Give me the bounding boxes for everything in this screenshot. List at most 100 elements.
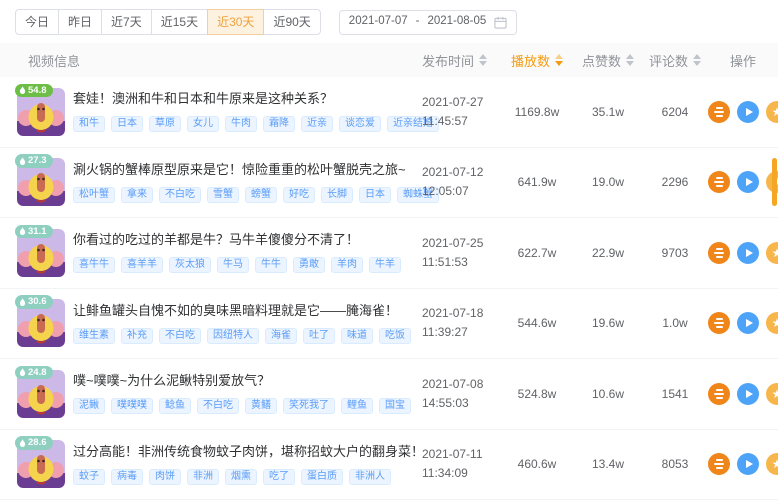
tag-chip[interactable]: 鲶鱼	[159, 398, 191, 414]
tag-chip[interactable]: 蚊子	[73, 469, 105, 485]
tag-chip[interactable]: 雪蟹	[207, 187, 239, 203]
tag-chip[interactable]: 谈恋爱	[339, 116, 381, 132]
tag-chip[interactable]: 噗噗噗	[111, 398, 153, 414]
tag-chip[interactable]: 日本	[111, 116, 143, 132]
filter-15days-button[interactable]: 近15天	[151, 9, 208, 35]
tag-chip[interactable]: 吃了	[263, 469, 295, 485]
sort-caret-comment-count[interactable]	[693, 54, 701, 66]
video-text-block: 噗~噗噗~为什么泥鳅特别爱放气？ 泥鳅噗噗噗鲶鱼不白吃黄鳝笑死我了鲤鱼国宝	[73, 373, 411, 414]
play-video-button[interactable]	[737, 453, 759, 475]
filter-7days-button[interactable]: 近7天	[101, 9, 152, 35]
tag-chip[interactable]: 近亲	[301, 116, 333, 132]
sort-caret-publish-time[interactable]	[479, 54, 487, 66]
tag-chip[interactable]: 灰太狼	[169, 257, 211, 273]
data-detail-button[interactable]	[708, 453, 730, 475]
tag-chip[interactable]: 补充	[121, 328, 153, 344]
play-video-button[interactable]	[737, 101, 759, 123]
video-thumbnail[interactable]: 31.1	[17, 229, 65, 277]
data-detail-button[interactable]	[708, 312, 730, 334]
tag-chip[interactable]: 烟熏	[225, 469, 257, 485]
sort-caret-like-count[interactable]	[626, 54, 634, 66]
video-thumbnail[interactable]: 24.8	[17, 370, 65, 418]
publish-time-cell: 2021-07-11 11:34:09	[412, 445, 500, 483]
video-thumbnail[interactable]: 54.8	[17, 88, 65, 136]
scrollbar-thumb[interactable]	[772, 158, 777, 206]
tag-chip[interactable]: 味道	[341, 328, 373, 344]
data-detail-button[interactable]	[708, 171, 730, 193]
tag-chip[interactable]: 喜牛牛	[73, 257, 115, 273]
tag-chip[interactable]: 国宝	[379, 398, 411, 414]
video-info-cell: 27.3 涮火锅的蟹棒原型原来是它！惊险重重的松叶蟹脱壳之旅~ 松叶蟹拿来不白吃…	[0, 158, 412, 206]
tag-chip[interactable]: 和牛	[73, 116, 105, 132]
tag-chip[interactable]: 螃蟹	[245, 187, 277, 203]
video-thumbnail[interactable]: 28.6	[17, 440, 65, 488]
tag-chip[interactable]: 长脚	[321, 187, 353, 203]
play-video-button[interactable]	[737, 312, 759, 334]
tag-chip[interactable]: 非洲	[187, 469, 219, 485]
sort-caret-play-count[interactable]	[555, 54, 563, 66]
video-title[interactable]: 过分高能！非洲传统食物蚊子肉饼，堪称招蚊大户的翻身菜！	[73, 444, 412, 460]
video-title[interactable]: 让鲱鱼罐头自愧不如的臭味黑暗料理就是它——腌海雀！	[73, 303, 411, 319]
tag-chip[interactable]: 好吃	[283, 187, 315, 203]
tag-chip[interactable]: 鲤鱼	[341, 398, 373, 414]
tag-chip[interactable]: 吐了	[303, 328, 335, 344]
tag-chip[interactable]: 松叶蟹	[73, 187, 115, 203]
tag-chip[interactable]: 女儿	[187, 116, 219, 132]
tag-chip[interactable]: 不白吃	[159, 187, 201, 203]
header-like-count[interactable]: 点赞数	[574, 51, 642, 70]
video-title[interactable]: 噗~噗噗~为什么泥鳅特别爱放气？	[73, 373, 411, 389]
tag-chip[interactable]: 牛马	[217, 257, 249, 273]
filter-yesterday-button[interactable]: 昨日	[58, 9, 102, 35]
play-video-button[interactable]	[737, 383, 759, 405]
tag-chip[interactable]: 泥鳅	[73, 398, 105, 414]
tag-chip[interactable]: 拿来	[121, 187, 153, 203]
video-title[interactable]: 套娃！澳洲和牛和日本和牛原来是这种关系？	[73, 91, 412, 107]
video-title[interactable]: 你看过的吃过的羊都是牛？马牛羊傻傻分不清了！	[73, 232, 401, 248]
tag-chip[interactable]: 日本	[359, 187, 391, 203]
filter-today-button[interactable]: 今日	[15, 9, 59, 35]
tag-chip[interactable]: 笑死我了	[283, 398, 335, 414]
video-thumbnail[interactable]: 27.3	[17, 158, 65, 206]
tag-chip[interactable]: 因纽特人	[207, 328, 259, 344]
tag-chip[interactable]: 草原	[149, 116, 181, 132]
play-count-cell: 544.6w	[500, 316, 574, 330]
tag-chip[interactable]: 牛羊	[369, 257, 401, 273]
table-row: 54.8 套娃！澳洲和牛和日本和牛原来是这种关系？ 和牛日本草原女儿牛肉霜降近亲…	[0, 77, 778, 148]
play-video-button[interactable]	[737, 171, 759, 193]
tag-chip[interactable]: 勇敢	[293, 257, 325, 273]
filter-90days-button[interactable]: 近90天	[263, 9, 320, 35]
tag-chip[interactable]: 牛肉	[225, 116, 257, 132]
tag-chip[interactable]: 病毒	[111, 469, 143, 485]
data-detail-button[interactable]	[708, 383, 730, 405]
tag-chip[interactable]: 维生素	[73, 328, 115, 344]
data-detail-button[interactable]	[708, 101, 730, 123]
video-thumbnail[interactable]: 30.6	[17, 299, 65, 347]
favorite-button[interactable]: ★	[766, 453, 778, 475]
tag-chip[interactable]: 羊肉	[331, 257, 363, 273]
flame-icon	[19, 368, 26, 377]
date-range-picker[interactable]: 2021-07-07 - 2021-08-05	[339, 10, 518, 35]
tag-chip[interactable]: 不白吃	[197, 398, 239, 414]
filter-30days-button[interactable]: 近30天	[207, 9, 264, 35]
tag-chip[interactable]: 肉饼	[149, 469, 181, 485]
tag-chip[interactable]: 海雀	[265, 328, 297, 344]
favorite-button[interactable]: ★	[766, 383, 778, 405]
header-publish-time[interactable]: 发布时间	[412, 51, 500, 70]
header-play-count[interactable]: 播放数	[500, 51, 574, 70]
tag-chip[interactable]: 牛牛	[255, 257, 287, 273]
tag-chip[interactable]: 蛋白质	[301, 469, 343, 485]
tag-chip[interactable]: 黄鳝	[245, 398, 277, 414]
play-video-button[interactable]	[737, 242, 759, 264]
tag-chip[interactable]: 喜羊羊	[121, 257, 163, 273]
favorite-button[interactable]: ★	[766, 101, 778, 123]
tag-chip[interactable]: 不白吃	[159, 328, 201, 344]
favorite-button[interactable]: ★	[766, 242, 778, 264]
tag-chip[interactable]: 霜降	[263, 116, 295, 132]
tag-chip[interactable]: 吃饭	[379, 328, 411, 344]
video-title[interactable]: 涮火锅的蟹棒原型原来是它！惊险重重的松叶蟹脱壳之旅~	[73, 162, 412, 178]
data-detail-button[interactable]	[708, 242, 730, 264]
header-comment-count[interactable]: 评论数	[642, 51, 708, 70]
publish-date: 2021-07-25	[422, 234, 500, 253]
favorite-button[interactable]: ★	[766, 312, 778, 334]
tag-chip[interactable]: 非洲人	[349, 469, 391, 485]
